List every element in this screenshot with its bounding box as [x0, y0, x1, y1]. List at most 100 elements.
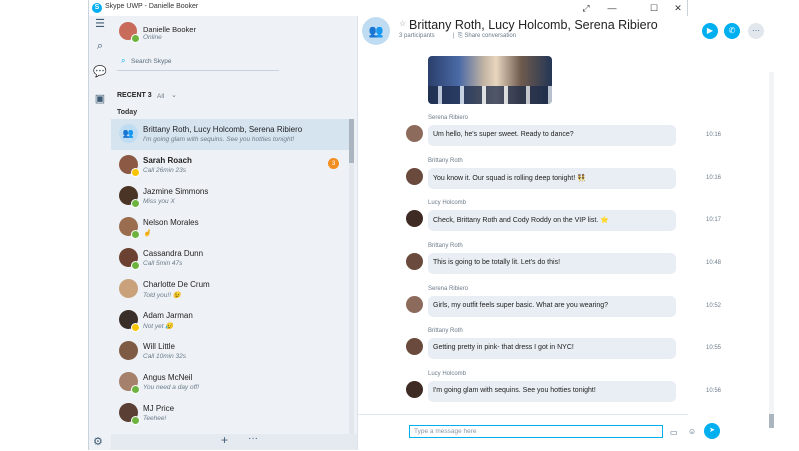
message-input[interactable]: Type a message here: [409, 425, 663, 438]
contacts-icon[interactable]: ▣: [92, 91, 108, 107]
message-bubble[interactable]: Getting pretty in pink- that dress I got…: [428, 338, 676, 360]
message-text: This is going to be totally lit. Let's d…: [433, 259, 561, 267]
window-title: Skype UWP - Danielle Booker: [105, 3, 199, 10]
message-text: You know it. Our squad is rolling deep t…: [433, 174, 586, 182]
send-button[interactable]: ➤: [704, 423, 720, 439]
message-sender: Brittany Roth: [428, 157, 463, 164]
avatar[interactable]: [406, 210, 423, 228]
contact-last-message: Teehee!: [143, 415, 167, 422]
close-button[interactable]: ✕: [671, 1, 685, 15]
unread-badge: 3: [328, 158, 339, 169]
contact-item[interactable]: MJ Price Teehee!: [111, 398, 349, 429]
contact-item[interactable]: Angus McNeil You need a day off!: [111, 367, 349, 398]
scrollbar-thumb[interactable]: [349, 119, 354, 163]
shared-photo[interactable]: [428, 56, 552, 104]
message-bubble[interactable]: I'm going glam with sequins. See you hot…: [428, 381, 676, 403]
avatar[interactable]: [406, 338, 423, 356]
avatar[interactable]: [406, 381, 423, 399]
message-item: Brittany Roth You know it. Our squad is r…: [358, 154, 721, 197]
contact-item[interactable]: Charlotte De Crum Told you!! 😉: [111, 274, 349, 305]
message-bubble[interactable]: You know it. Our squad is rolling deep t…: [428, 167, 676, 189]
message-text: Check, Brittany Roth and Cody Roddy on t…: [433, 217, 609, 225]
conversation-pane: 👥 ☆ Brittany Roth, Lucy Holcomb, Serena …: [358, 16, 774, 451]
audio-call-button[interactable]: ✆: [724, 23, 740, 39]
contact-item[interactable]: Sarah Roach Call 26min 23s 3: [111, 150, 349, 181]
contact-list: 👥 Brittany Roth, Lucy Holcomb, Serena Rib…: [111, 119, 349, 429]
message-sender: Brittany Roth: [428, 243, 463, 250]
online-status-icon: [131, 34, 140, 43]
group-avatar[interactable]: 👥: [362, 17, 390, 45]
gear-icon[interactable]: ⚙: [93, 435, 103, 448]
contact-last-message: Call 5min 47s: [143, 260, 183, 267]
fullscreen-button[interactable]: ⤢: [579, 1, 593, 15]
search-icon: ⌕: [121, 56, 126, 65]
sidebar-footer: ⚙ + ···: [93, 433, 357, 450]
contact-item[interactable]: Jazmine Simmons Miss you X: [111, 181, 349, 212]
away-status-icon: [131, 168, 140, 177]
chat-icon[interactable]: 💬: [92, 64, 108, 80]
online-status-icon: [131, 416, 140, 425]
avatar[interactable]: [406, 167, 423, 185]
message-sender: Brittany Roth: [428, 328, 463, 335]
message-time: 10:55: [706, 345, 722, 352]
conversation-header: 👥 ☆ Brittany Roth, Lucy Holcomb, Serena …: [358, 16, 764, 52]
avatar[interactable]: [406, 125, 423, 142]
contact-item[interactable]: Will Little Call 10min 32s: [111, 336, 349, 367]
message-item: Serena Ribiero Um hello, he's super sweet…: [358, 111, 721, 154]
video-call-button[interactable]: ▶: [702, 23, 718, 39]
minimize-button[interactable]: —: [605, 1, 619, 15]
contact-name: Nelson Morales: [143, 218, 199, 227]
conversation-scrollbar[interactable]: [769, 72, 774, 428]
message-sender: Serena Ribiero: [428, 115, 469, 121]
contact-last-message: Call 26min 23s: [143, 167, 186, 174]
profile-status[interactable]: Online: [143, 34, 162, 41]
avatar[interactable]: [406, 295, 423, 313]
sidebar: Danielle Booker Online ⌕ Search Skype RE…: [93, 16, 358, 450]
add-button[interactable]: +: [221, 433, 228, 447]
maximize-button[interactable]: ☐: [647, 1, 661, 15]
sidebar-scrollbar[interactable]: [349, 119, 354, 439]
contact-last-message: Not yet 😥: [143, 323, 174, 330]
more-options-button[interactable]: ···: [748, 23, 764, 39]
more-options-button[interactable]: ···: [248, 433, 258, 444]
skype-window: S Skype UWP - Danielle Booker ⤢ — ☐ ✕ ☰ …: [88, 0, 774, 451]
conversation-title[interactable]: Brittany Roth, Lucy Holcomb, Serena Ribi…: [409, 18, 658, 32]
online-status-icon: [131, 230, 140, 239]
contact-item[interactable]: 👥 Brittany Roth, Lucy Holcomb, Serena Rib…: [111, 119, 349, 150]
online-status-icon: [131, 261, 140, 270]
scrollbar-thumb[interactable]: [769, 414, 774, 428]
message-item: Lucy Holcomb Check, Brittany Roth and Cod…: [358, 196, 721, 239]
participants-count[interactable]: 3 participants: [399, 33, 435, 39]
contact-item[interactable]: Adam Jarman Not yet 😥: [111, 305, 349, 336]
recent-filter[interactable]: All: [157, 93, 164, 100]
contact-last-message: You need a day off!: [143, 384, 200, 391]
hamburger-icon[interactable]: ☰: [92, 16, 108, 32]
message-item: Serena Ribiero Girls, my outfit feels sup…: [358, 282, 721, 325]
message-bubble[interactable]: Check, Brittany Roth and Cody Roddy on t…: [428, 210, 676, 232]
contact-last-message: 🤞: [143, 230, 152, 237]
share-conversation-link[interactable]: | ⎘ Share conversation: [453, 33, 516, 40]
message-bubble[interactable]: This is going to be totally lit. Let's d…: [428, 253, 676, 275]
emoji-icon[interactable]: ☺: [688, 427, 696, 436]
search-icon[interactable]: ⌕: [92, 38, 108, 54]
online-status-icon: [131, 199, 140, 208]
contact-name: Sarah Roach: [143, 156, 192, 165]
contact-name: Adam Jarman: [143, 311, 193, 320]
title-bar: S Skype UWP - Danielle Booker ⤢ — ☐ ✕: [89, 0, 687, 16]
profile-name[interactable]: Danielle Booker: [143, 25, 196, 34]
contact-last-message: I'm going glam with sequins. See you hot…: [143, 136, 295, 143]
message-list: Serena Ribiero Um hello, he's super sweet…: [358, 111, 721, 410]
message-item: Brittany Roth This is going to be totally…: [358, 239, 721, 282]
message-bubble[interactable]: Girls, my outfit feels super basic. What…: [428, 295, 676, 317]
away-status-icon: [131, 323, 140, 332]
message-text: Getting pretty in pink- that dress I got…: [433, 344, 574, 352]
message-time: 10:17: [706, 217, 722, 224]
contact-item[interactable]: Nelson Morales 🤞: [111, 212, 349, 243]
media-icon[interactable]: ▭: [670, 428, 678, 437]
avatar[interactable]: [406, 253, 423, 271]
message-bubble[interactable]: Um hello, he's super sweet. Ready to dan…: [428, 125, 676, 146]
chevron-down-icon[interactable]: ⌄: [171, 91, 177, 99]
contact-item[interactable]: Cassandra Dunn Call 5min 47s: [111, 243, 349, 274]
star-icon[interactable]: ☆: [399, 19, 406, 28]
search-input[interactable]: ⌕ Search Skype: [117, 54, 279, 71]
